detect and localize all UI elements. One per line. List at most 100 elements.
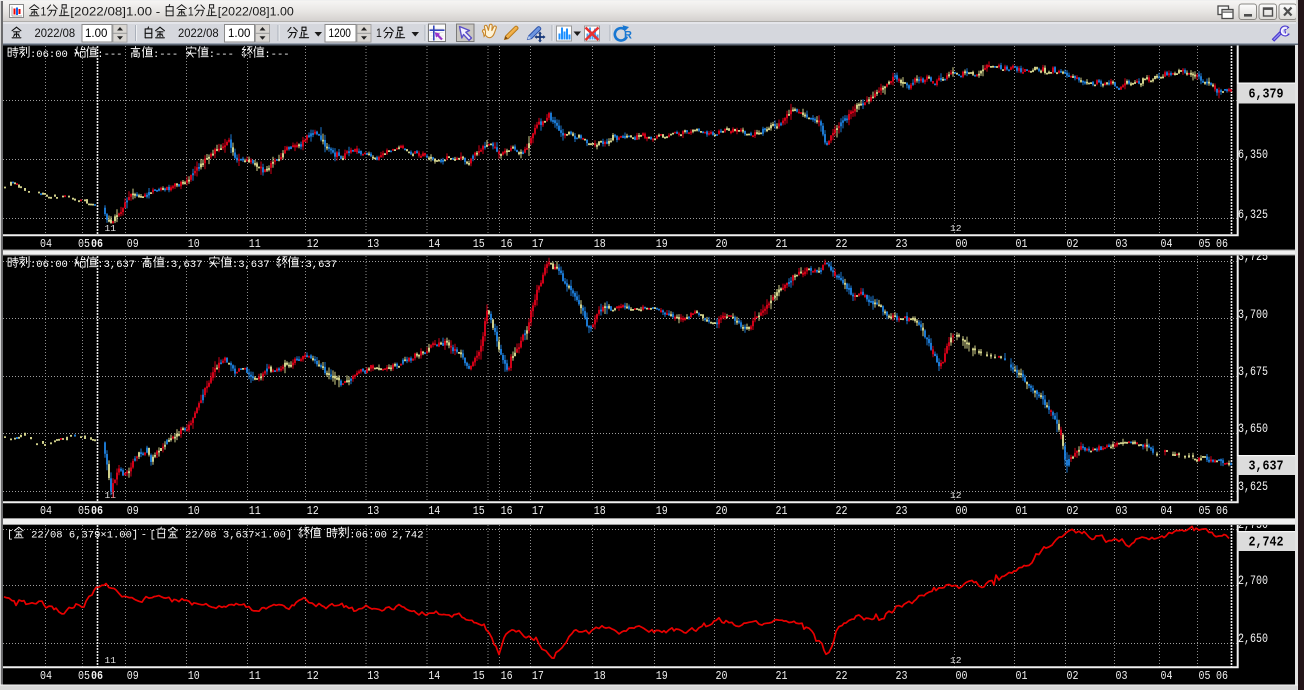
svg-text:04: 04 (40, 238, 52, 251)
svg-text:2022/08: 2022/08 (35, 26, 76, 40)
svg-text:2,650: 2,650 (1238, 632, 1268, 646)
svg-text::06:00: :06:00 (30, 259, 68, 271)
svg-text:3,637: 3,637 (1249, 460, 1284, 475)
svg-text:3,625: 3,625 (1238, 480, 1268, 494)
svg-text:10: 10 (188, 505, 200, 518)
svg-text:20: 20 (716, 238, 728, 251)
svg-text:2022/08: 2022/08 (178, 26, 219, 40)
svg-text:20: 20 (716, 505, 728, 518)
svg-text:05: 05 (78, 670, 90, 683)
svg-text:1: 1 (188, 5, 194, 19)
svg-text:[: [ (7, 530, 13, 542)
svg-text:11: 11 (105, 655, 117, 666)
svg-text:23: 23 (896, 670, 908, 683)
svg-text:06: 06 (91, 238, 103, 251)
svg-text:6,325: 6,325 (1238, 208, 1268, 222)
svg-text:06: 06 (1216, 505, 1228, 518)
svg-text:R: R (624, 30, 632, 42)
svg-text::3,637: :3,637 (97, 259, 135, 271)
svg-text:19: 19 (656, 670, 668, 683)
svg-text:04: 04 (40, 505, 52, 518)
svg-text:21: 21 (776, 670, 788, 683)
svg-text:14: 14 (428, 670, 440, 683)
svg-text::06:00: :06:00 (349, 530, 387, 542)
svg-text:09: 09 (127, 505, 139, 518)
svg-text:11: 11 (105, 223, 117, 234)
svg-text::3,637: :3,637 (165, 259, 203, 271)
svg-text:6,350: 6,350 (1238, 148, 1268, 162)
svg-text:12: 12 (307, 505, 319, 518)
svg-text:16: 16 (501, 505, 513, 518)
svg-text:3,650: 3,650 (1238, 422, 1268, 436)
svg-text:23: 23 (896, 505, 908, 518)
svg-text:18: 18 (594, 238, 606, 251)
svg-text::3,637: :3,637 (299, 259, 337, 271)
svg-text:1: 1 (376, 26, 382, 40)
svg-text:03: 03 (1116, 505, 1128, 518)
svg-text:22: 22 (836, 238, 848, 251)
svg-text:22/08 6,379×1.00]: 22/08 6,379×1.00] (25, 530, 138, 542)
svg-text:00: 00 (956, 670, 968, 683)
svg-text:16: 16 (501, 238, 513, 251)
svg-text:19: 19 (656, 505, 668, 518)
svg-text:01: 01 (1016, 505, 1028, 518)
svg-text:3,700: 3,700 (1238, 308, 1268, 322)
svg-text:1.00: 1.00 (85, 26, 108, 40)
svg-text:05: 05 (78, 238, 90, 251)
svg-text:22: 22 (836, 670, 848, 683)
svg-text:14: 14 (428, 505, 440, 518)
svg-text:[2022/08]1.00: [2022/08]1.00 (218, 5, 294, 19)
svg-text:04: 04 (40, 670, 52, 683)
svg-text:15: 15 (473, 238, 485, 251)
svg-text:20: 20 (716, 670, 728, 683)
svg-text:03: 03 (1116, 238, 1128, 251)
svg-text:06: 06 (91, 505, 103, 518)
svg-text:11: 11 (249, 505, 261, 518)
svg-text:09: 09 (127, 670, 139, 683)
svg-text::---: :--- (209, 49, 234, 61)
svg-text:02: 02 (1067, 238, 1079, 251)
svg-text:14: 14 (428, 238, 440, 251)
svg-text:06: 06 (91, 670, 103, 683)
svg-text:06: 06 (1216, 238, 1228, 251)
svg-text:22/08 3,637×1.00]: 22/08 3,637×1.00] (179, 530, 292, 542)
svg-text:18: 18 (594, 670, 606, 683)
svg-text:10: 10 (188, 238, 200, 251)
svg-text:17: 17 (532, 670, 544, 683)
svg-text:1200: 1200 (329, 26, 352, 40)
svg-text:02: 02 (1067, 505, 1079, 518)
svg-text:[2022/08]1.00 -: [2022/08]1.00 - (70, 5, 164, 19)
svg-text:12: 12 (950, 490, 962, 501)
svg-text:12: 12 (950, 655, 962, 666)
svg-text:09: 09 (127, 238, 139, 251)
svg-text::---: :--- (153, 49, 178, 61)
svg-text:00: 00 (956, 238, 968, 251)
svg-text:04: 04 (1161, 505, 1173, 518)
svg-text:18: 18 (594, 505, 606, 518)
svg-text:01: 01 (1016, 670, 1028, 683)
svg-text:[: [ (150, 530, 156, 542)
svg-text:16: 16 (501, 670, 513, 683)
svg-text:19: 19 (656, 238, 668, 251)
svg-text:12: 12 (307, 670, 319, 683)
svg-text:04: 04 (1161, 670, 1173, 683)
svg-text:13: 13 (367, 238, 379, 251)
svg-text:11: 11 (249, 670, 261, 683)
svg-text:01: 01 (1016, 238, 1028, 251)
svg-text::3,637: :3,637 (232, 259, 270, 271)
svg-text:15: 15 (473, 670, 485, 683)
svg-text::---: :--- (264, 49, 289, 61)
svg-text:12: 12 (950, 223, 962, 234)
svg-text:17: 17 (532, 505, 544, 518)
svg-text:12: 12 (307, 238, 319, 251)
svg-text:1.00: 1.00 (228, 26, 251, 40)
svg-text:6,379: 6,379 (1249, 88, 1284, 103)
svg-text:21: 21 (776, 238, 788, 251)
svg-text:15: 15 (473, 505, 485, 518)
svg-text:23: 23 (896, 238, 908, 251)
svg-text:05: 05 (1199, 505, 1211, 518)
svg-text:11: 11 (105, 490, 117, 501)
svg-text:2,742: 2,742 (392, 530, 424, 542)
svg-text::06:00: :06:00 (30, 49, 68, 61)
svg-text:05: 05 (78, 505, 90, 518)
